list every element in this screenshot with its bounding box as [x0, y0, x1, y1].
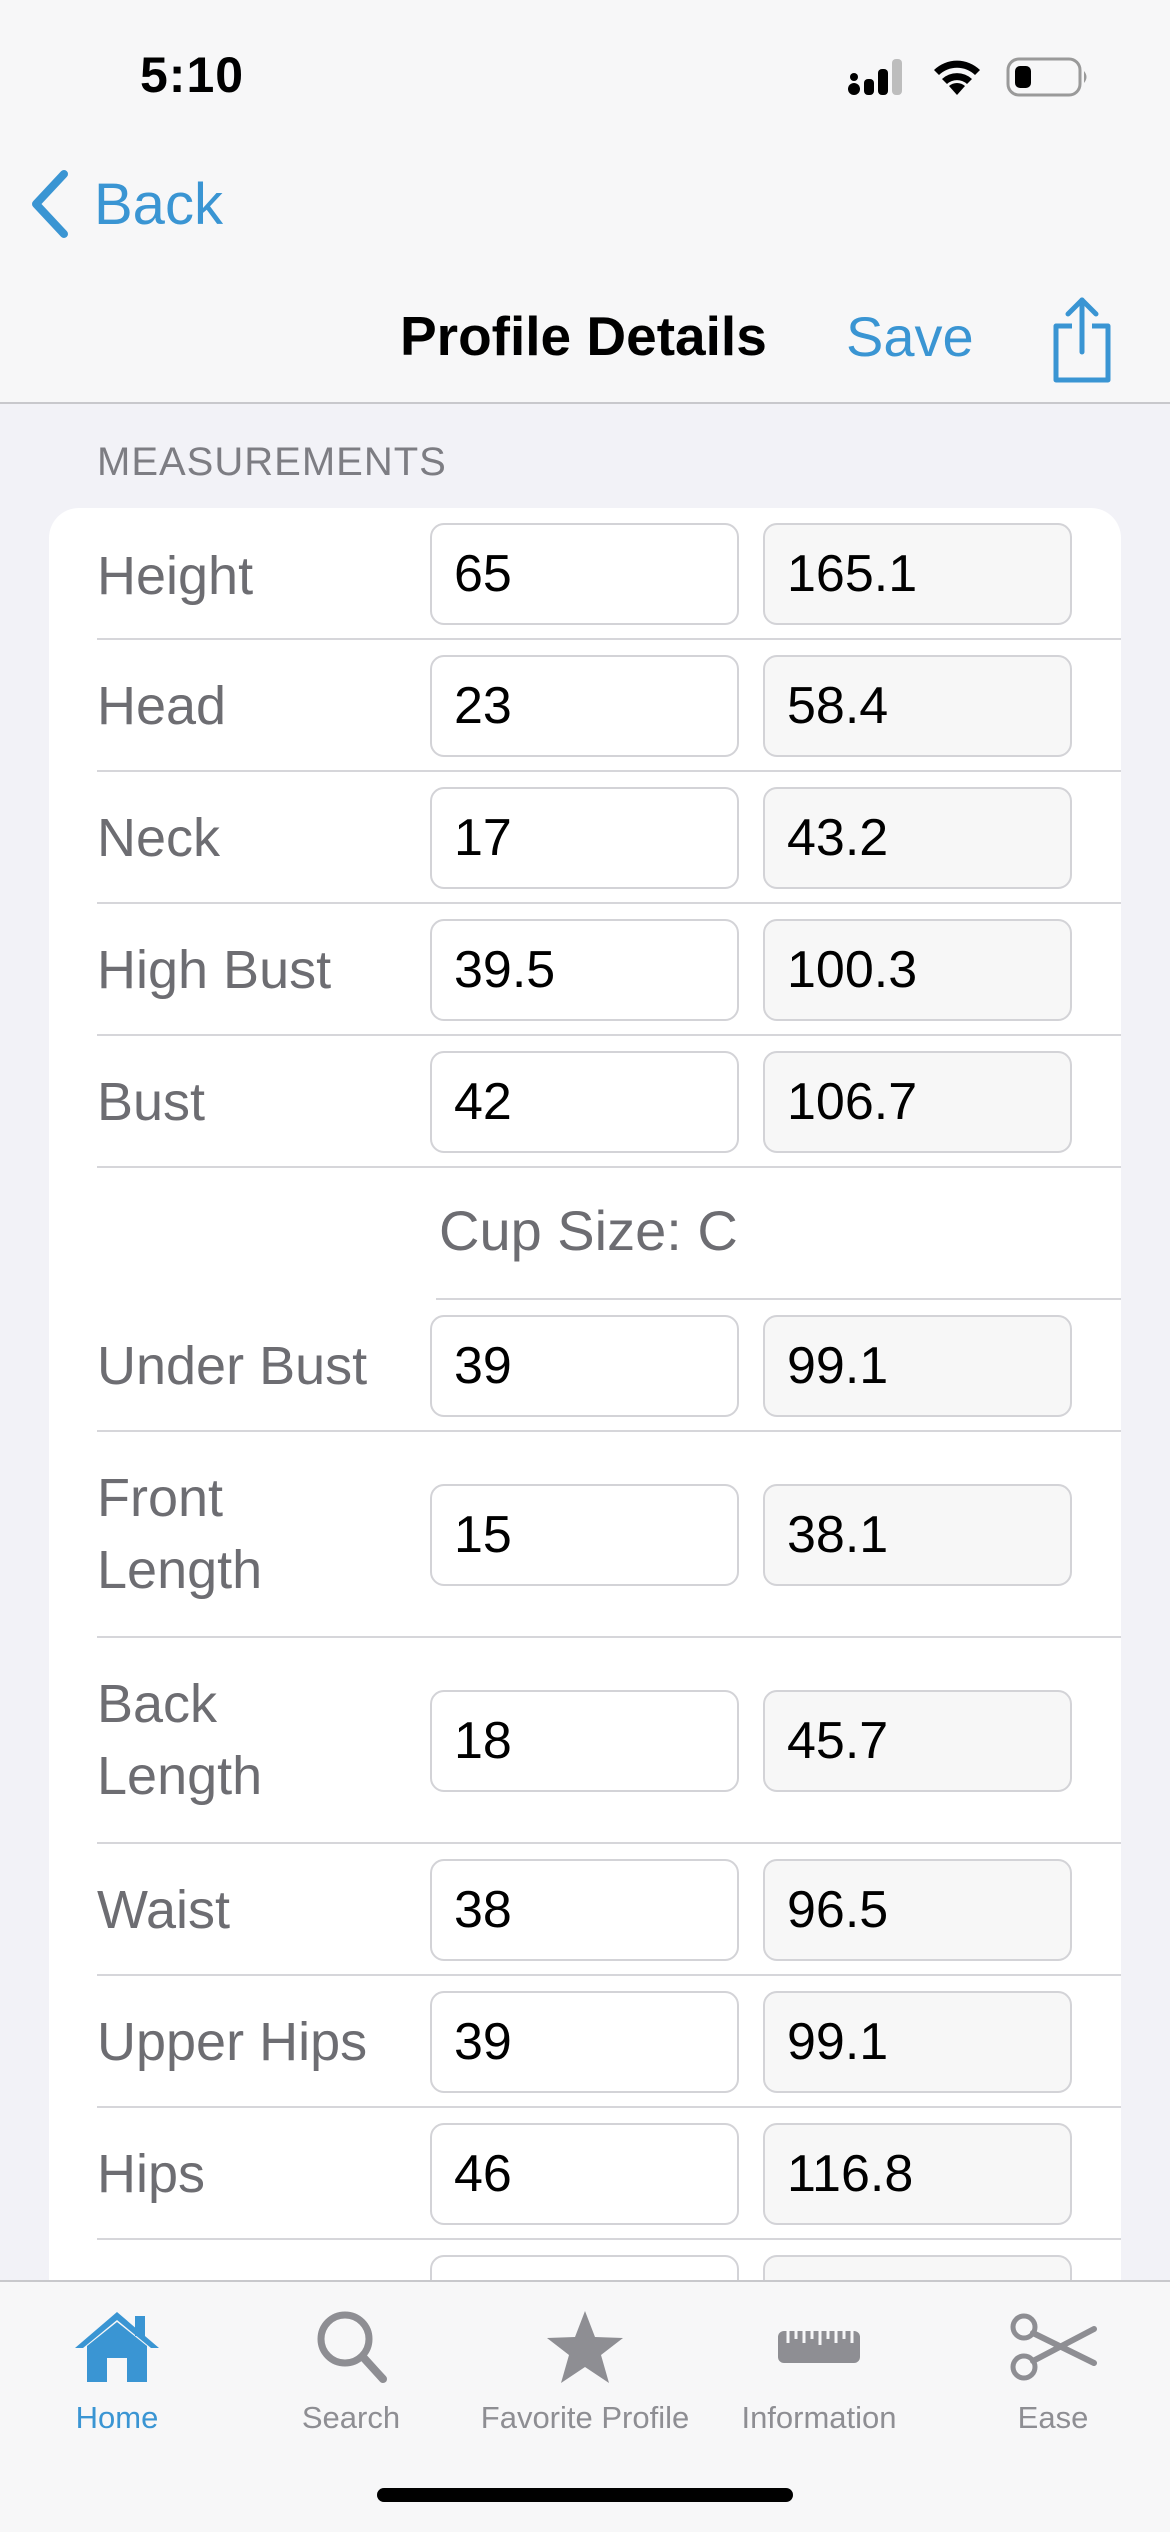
- chevron-left-icon: [32, 170, 68, 238]
- inches-field[interactable]: 39.5: [430, 919, 739, 1021]
- measurement-label: Waist: [97, 1880, 230, 1940]
- measurement-label: Upper Hips: [97, 2012, 368, 2072]
- home-indicator: [377, 2488, 793, 2502]
- tab-information[interactable]: Information: [702, 2302, 936, 2436]
- inches-field[interactable]: 15: [430, 1484, 739, 1586]
- inches-field[interactable]: 17: [430, 787, 739, 889]
- inches-field[interactable]: 23: [430, 655, 739, 757]
- inches-field[interactable]: 38: [430, 1859, 739, 1961]
- cm-field[interactable]: 45.7: [763, 1690, 1072, 1792]
- measurement-row-high-bust: High Bust 39.5 100.3: [97, 904, 1121, 1036]
- cellular-signal-icon: [848, 59, 902, 95]
- measurement-row-front-length: Front Length 15 38.1: [97, 1432, 1121, 1638]
- cm-field[interactable]: 43.2: [763, 787, 1072, 889]
- cm-field[interactable]: 99.1: [763, 1991, 1072, 2093]
- scissors-icon: [1010, 2313, 1097, 2381]
- measurement-label: Bust: [97, 1072, 206, 1132]
- status-icons: [848, 56, 1090, 98]
- wifi-icon: [934, 60, 980, 95]
- measurement-label: Under Bust: [97, 1336, 368, 1396]
- measurement-row-bust: Bust 42 106.7: [97, 1036, 1121, 1168]
- measurement-label: Back Length: [97, 1674, 263, 1806]
- tab-home[interactable]: Home: [0, 2302, 234, 2436]
- cm-field[interactable]: 38.1: [763, 1484, 1072, 1586]
- section-header-measurements: MEASUREMENTS: [97, 440, 447, 484]
- back-label: Back: [94, 171, 223, 237]
- tab-label: Home: [75, 2400, 159, 2435]
- measurement-row-under-bust: Under Bust 39 99.1: [97, 1300, 1121, 1432]
- inches-field[interactable]: 18: [430, 1690, 739, 1792]
- battery-icon: [1006, 57, 1087, 97]
- measurement-label: Front Length: [97, 1468, 263, 1600]
- cm-field[interactable]: 96.5: [763, 1859, 1072, 1961]
- tab-favorite-profile[interactable]: Favorite Profile: [468, 2302, 702, 2436]
- share-icon[interactable]: [1046, 296, 1118, 386]
- status-time: 5:10: [140, 47, 245, 103]
- tab-label: Information: [741, 2400, 897, 2435]
- tab-label: Favorite Profile: [480, 2400, 690, 2435]
- measurement-label: Head: [97, 676, 227, 736]
- measurement-row-back-length: Back Length 18 45.7: [97, 1638, 1121, 1844]
- cup-size-label: Cup Size: C: [439, 1199, 738, 1262]
- measurement-row-hips: Hips 46 116.8: [97, 2108, 1121, 2240]
- cm-field[interactable]: 106.7: [763, 1051, 1072, 1153]
- back-button[interactable]: Back: [26, 168, 223, 240]
- house-icon: [75, 2312, 159, 2382]
- cm-field[interactable]: 116.8: [763, 2123, 1072, 2225]
- save-button[interactable]: Save: [846, 304, 974, 369]
- tab-label: Search: [301, 2400, 401, 2435]
- magnifier-icon: [317, 2311, 387, 2383]
- navigation-header: 5:10 Back Profile Details Save: [0, 0, 1170, 404]
- inches-field[interactable]: 39: [430, 1315, 739, 1417]
- inches-field[interactable]: 46: [430, 2123, 739, 2225]
- cup-size-row: Cup Size: C: [436, 1168, 1121, 1300]
- measurement-label: Height: [97, 546, 254, 606]
- tab-ease[interactable]: Ease: [936, 2302, 1170, 2436]
- inches-field[interactable]: 42: [430, 1051, 739, 1153]
- cm-field[interactable]: 100.3: [763, 919, 1072, 1021]
- inches-field[interactable]: 39: [430, 1991, 739, 2093]
- cm-field[interactable]: 58.4: [763, 655, 1072, 757]
- measurement-row-waist: Waist 38 96.5: [97, 1844, 1121, 1976]
- ruler-icon: [778, 2331, 860, 2363]
- star-icon: [547, 2311, 623, 2383]
- measurement-row-head: Head 23 58.4: [97, 640, 1121, 772]
- measurement-label: Hips: [97, 2144, 206, 2204]
- measurement-row-neck: Neck 17 43.2: [97, 772, 1121, 904]
- cm-field[interactable]: 99.1: [763, 1315, 1072, 1417]
- measurement-label: High Bust: [97, 940, 332, 1000]
- measurement-label: Neck: [97, 808, 221, 868]
- cm-field[interactable]: 165.1: [763, 523, 1072, 625]
- tab-label: Ease: [1017, 2400, 1089, 2435]
- measurement-row-upper-hips: Upper Hips 39 99.1: [97, 1976, 1121, 2108]
- page-title: Profile Details: [400, 305, 767, 367]
- measurement-row-height: Height 65 165.1: [97, 508, 1121, 640]
- tab-search[interactable]: Search: [234, 2302, 468, 2436]
- inches-field[interactable]: 65: [430, 523, 739, 625]
